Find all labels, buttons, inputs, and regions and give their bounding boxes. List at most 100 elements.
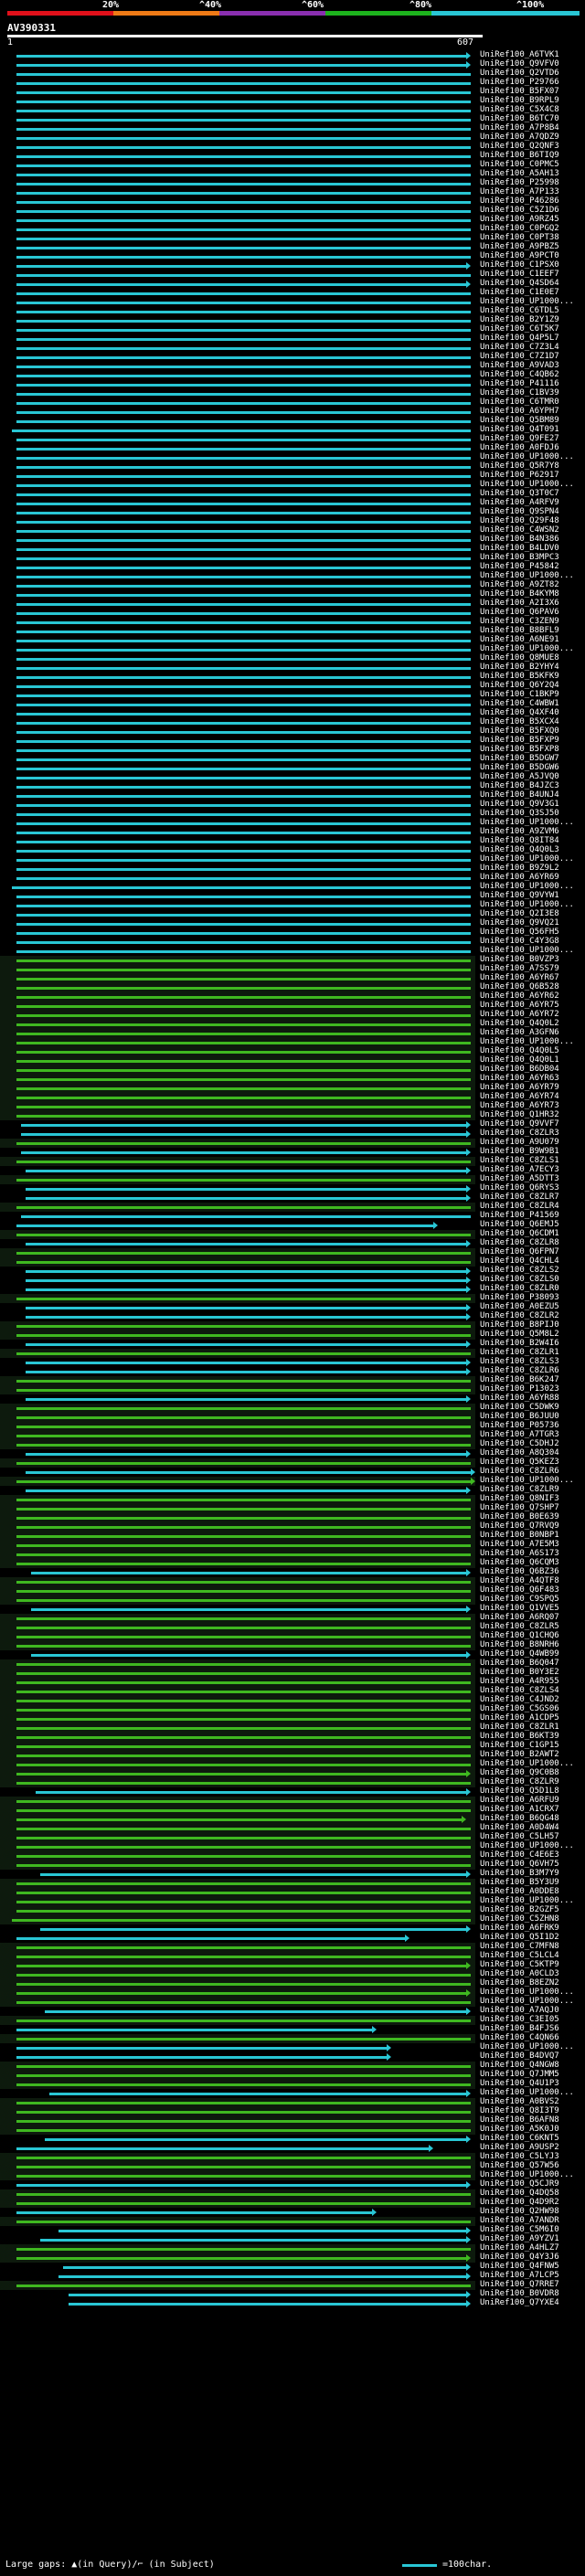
hit-bar[interactable] — [12, 886, 471, 889]
hit-bar[interactable] — [16, 201, 471, 204]
hit-bar[interactable] — [16, 475, 471, 478]
hit-bar[interactable] — [16, 950, 471, 953]
hit-bar[interactable] — [16, 914, 471, 917]
hit-bar[interactable] — [16, 1764, 471, 1766]
hit-bar[interactable] — [16, 1691, 471, 1693]
hit-bar[interactable] — [16, 366, 471, 368]
hit-bar[interactable] — [16, 320, 471, 323]
hit-bar[interactable] — [16, 612, 471, 615]
hit-bar[interactable] — [16, 877, 471, 880]
hit-bar[interactable] — [16, 347, 471, 350]
hit-bar[interactable] — [16, 932, 471, 935]
hit-bar[interactable] — [16, 2047, 387, 2050]
hit-bar[interactable] — [16, 631, 471, 633]
hit-bar[interactable] — [16, 749, 471, 752]
hit-bar[interactable] — [16, 694, 471, 697]
hit-bar[interactable] — [16, 1023, 471, 1026]
hit-bar[interactable] — [16, 1581, 471, 1584]
hit-bar[interactable] — [16, 1974, 471, 1977]
hit-bar[interactable] — [16, 292, 471, 295]
hit-bar[interactable] — [16, 512, 471, 514]
hit-bar[interactable] — [16, 585, 471, 588]
hit-bar[interactable] — [16, 1224, 433, 1227]
hit-bar[interactable] — [16, 640, 471, 642]
hit-bar[interactable] — [16, 557, 471, 560]
hit-bar[interactable] — [16, 110, 471, 112]
hit-bar[interactable] — [16, 539, 471, 542]
hit-bar[interactable] — [16, 1754, 471, 1757]
hit-bar[interactable] — [16, 1828, 471, 1830]
hit-bar[interactable] — [16, 2029, 373, 2031]
hit-bar[interactable] — [16, 667, 471, 670]
hit-bar[interactable] — [16, 1956, 471, 1958]
hit-bar[interactable] — [16, 621, 471, 624]
hit-bar[interactable] — [16, 1855, 471, 1858]
hit-bar[interactable] — [16, 1773, 466, 1776]
hit-bar[interactable] — [16, 2074, 471, 2077]
hit-bar[interactable] — [30, 1608, 466, 1611]
hit-bar[interactable] — [16, 1882, 471, 1885]
hit-bar[interactable] — [16, 1800, 471, 1803]
hit-bar[interactable] — [21, 1124, 466, 1127]
hit-bar[interactable] — [16, 1535, 471, 1538]
hit-bar[interactable] — [16, 859, 471, 862]
hit-bar[interactable] — [16, 101, 471, 103]
hit-bar[interactable] — [16, 2038, 471, 2041]
hit-bar[interactable] — [16, 247, 471, 249]
hit-bar[interactable] — [16, 996, 471, 999]
hit-bar[interactable] — [16, 1937, 406, 1940]
hit-bar[interactable] — [16, 393, 471, 396]
hit-bar[interactable] — [16, 1426, 471, 1428]
hit-bar[interactable] — [16, 1809, 471, 1812]
hit-bar[interactable] — [16, 1992, 466, 1995]
hit-bar[interactable] — [16, 2056, 387, 2059]
hit-bar[interactable] — [16, 1526, 471, 1529]
hit-bar[interactable] — [58, 2230, 466, 2232]
hit-bar[interactable] — [16, 1700, 471, 1702]
hit-bar[interactable] — [16, 2257, 466, 2260]
hit-bar[interactable] — [26, 1288, 466, 1291]
hit-bar[interactable] — [16, 768, 471, 770]
hit-bar[interactable] — [16, 2248, 471, 2251]
hit-bar[interactable] — [16, 1014, 471, 1017]
hit-bar[interactable] — [58, 2275, 466, 2278]
hit-bar[interactable] — [16, 493, 471, 496]
hit-bar[interactable] — [16, 2211, 373, 2214]
hit-bar[interactable] — [16, 128, 471, 131]
hit-bar[interactable] — [16, 868, 471, 871]
hit-bar[interactable] — [16, 1709, 471, 1712]
hit-bar[interactable] — [16, 174, 471, 176]
hit-bar[interactable] — [16, 1864, 471, 1867]
hit-bar[interactable] — [16, 2166, 471, 2168]
hit-bar[interactable] — [16, 786, 471, 789]
hit-bar[interactable] — [16, 1818, 462, 1821]
hit-bar[interactable] — [16, 1663, 471, 1666]
hit-bar[interactable] — [16, 1051, 471, 1054]
hit-bar[interactable] — [16, 795, 471, 798]
hit-bar[interactable] — [30, 1654, 466, 1657]
hit-bar[interactable] — [16, 1142, 471, 1145]
hit-bar[interactable] — [16, 1115, 471, 1118]
hit-bar[interactable] — [44, 2010, 466, 2013]
hit-bar[interactable] — [16, 658, 471, 661]
hit-bar[interactable] — [16, 119, 471, 122]
hit-bar[interactable] — [16, 302, 471, 304]
hit-bar[interactable] — [16, 1965, 466, 1967]
hit-bar[interactable] — [16, 576, 471, 578]
hit-bar[interactable] — [68, 2294, 466, 2296]
hit-bar[interactable] — [63, 2266, 466, 2269]
hit-bar[interactable] — [16, 457, 471, 460]
hit-bar[interactable] — [26, 1316, 466, 1319]
hit-bar[interactable] — [16, 283, 466, 286]
hit-bar[interactable] — [16, 804, 471, 807]
hit-bar[interactable] — [49, 2093, 466, 2095]
hit-bar[interactable] — [16, 1480, 471, 1483]
hit-bar[interactable] — [16, 841, 471, 843]
hit-bar[interactable] — [16, 192, 471, 195]
hit-bar[interactable] — [16, 1060, 471, 1063]
hit-bar[interactable] — [16, 1517, 471, 1520]
hit-bar[interactable] — [16, 256, 471, 259]
hit-bar[interactable] — [16, 594, 471, 597]
hit-bar[interactable] — [30, 1572, 466, 1574]
hit-bar[interactable] — [26, 1188, 466, 1191]
